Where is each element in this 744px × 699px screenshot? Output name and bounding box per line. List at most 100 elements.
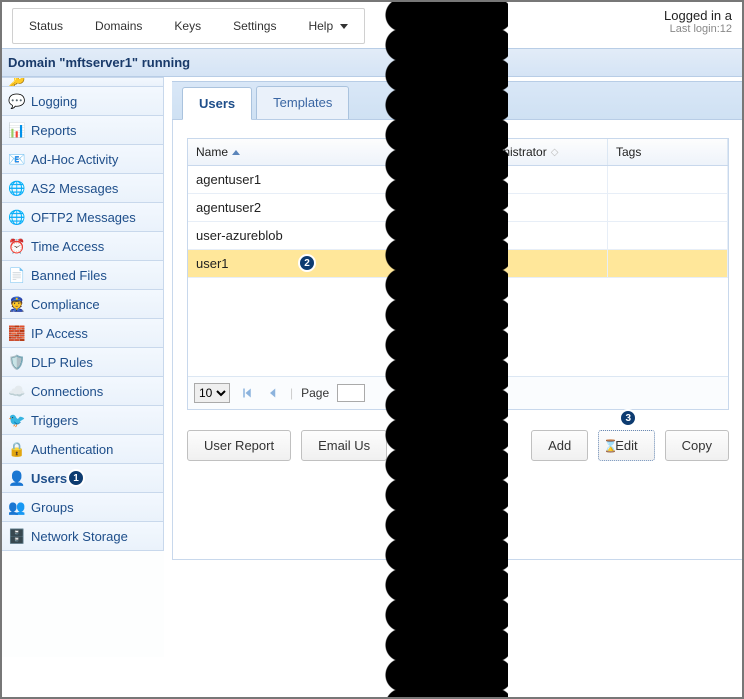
cell-admin <box>468 222 608 250</box>
tab-templates[interactable]: Templates <box>256 86 349 119</box>
copy-button[interactable]: Copy <box>665 430 729 461</box>
sidebar-label: OFTP2 Messages <box>31 210 136 225</box>
sidebar-item-as2[interactable]: 🌐 AS2 Messages <box>0 174 164 203</box>
users-grid: Name Administrator ◇ Tags agentuser1 <box>187 138 729 410</box>
menu-status[interactable]: Status <box>13 9 79 43</box>
cell-tags <box>608 250 728 278</box>
cell-tags <box>608 194 728 222</box>
page-size-select[interactable]: 10 <box>194 383 230 403</box>
edit-button[interactable]: 3 ⌛ Edit <box>598 430 654 461</box>
sort-icon: ◇ <box>551 147 559 158</box>
mail-icon: 📧 <box>9 151 25 167</box>
page-input[interactable] <box>337 384 365 402</box>
tab-strip: Users Templates <box>172 81 744 120</box>
menu-help[interactable]: Help <box>292 9 364 43</box>
chevron-down-icon <box>340 24 348 29</box>
sidebar-label: Logging <box>31 94 77 109</box>
speech-icon: 💬 <box>9 93 25 109</box>
add-button[interactable]: Add <box>531 430 588 461</box>
lock-icon: 🔒 <box>9 441 25 457</box>
sidebar-label: Ad-Hoc Activity <box>31 152 118 167</box>
grid-body: agentuser1 agentuser2 user-azureblob <box>188 166 728 376</box>
sidebar-label: Connections <box>31 384 103 399</box>
key-icon: 🔑 <box>9 77 25 87</box>
first-page-button[interactable] <box>238 384 256 402</box>
sidebar-item-cut[interactable]: 🔑 <box>0 77 164 87</box>
menu-domains[interactable]: Domains <box>79 9 158 43</box>
sidebar-label: Groups <box>31 500 74 515</box>
sidebar-item-network-storage[interactable]: 🗄️ Network Storage <box>0 522 164 551</box>
sort-asc-icon <box>232 150 240 155</box>
blocked-file-icon: 📄 <box>9 267 25 283</box>
sidebar-item-connections[interactable]: ☁️ Connections <box>0 377 164 406</box>
globe-icon: 🌐 <box>9 180 25 196</box>
paging-toolbar: 10 | Page <box>188 376 728 409</box>
callout-badge-2: 2 <box>298 254 316 272</box>
trigger-icon: 🐦 <box>9 412 25 428</box>
sidebar-label: Triggers <box>31 413 78 428</box>
sidebar: 🔑 💬 Logging 📊Reports 📧 Ad-Hoc Activity 🌐 AS… <box>0 77 164 657</box>
cell-name: agentuser1 <box>188 166 468 194</box>
hourglass-cursor-icon: ⌛ <box>603 439 618 453</box>
sidebar-label: Time Access <box>31 239 104 254</box>
menu-keys[interactable]: Keys <box>158 9 217 43</box>
sidebar-item-triggers[interactable]: 🐦 Triggers <box>0 406 164 435</box>
sidebar-item-banned-files[interactable]: 📄 Banned Files <box>0 261 164 290</box>
sidebar-item-dlp[interactable]: 🛡️DLP Rules <box>0 348 164 377</box>
sidebar-item-users[interactable]: 👤 Users 1 <box>0 464 164 493</box>
col-name[interactable]: Name <box>188 139 468 165</box>
sidebar-item-groups[interactable]: 👥 Groups <box>0 493 164 522</box>
cell-name: user-azureblob <box>188 222 468 250</box>
globe-icon: 🌐 <box>9 209 25 225</box>
chart-icon: 📊 <box>9 122 25 138</box>
sidebar-label: Users <box>31 471 67 486</box>
cell-admin <box>468 194 608 222</box>
domain-status-strip: Domain "mftserver1" running <box>0 48 744 77</box>
clock-icon: ⏰ <box>9 238 25 254</box>
sidebar-item-time-access[interactable]: ⏰ Time Access <box>0 232 164 261</box>
sidebar-item-reports[interactable]: 📊Reports <box>0 116 164 145</box>
sidebar-label: Banned Files <box>31 268 107 283</box>
prev-page-button[interactable] <box>264 384 282 402</box>
table-row[interactable]: agentuser1 <box>188 166 728 194</box>
table-row[interactable]: user-azureblob <box>188 222 728 250</box>
sidebar-item-logging[interactable]: 💬 Logging <box>0 87 164 116</box>
officer-icon: 👮 <box>9 296 25 312</box>
storage-icon: 🗄️ <box>9 528 25 544</box>
cell-name: user1 2 <box>188 250 468 278</box>
sidebar-item-compliance[interactable]: 👮 Compliance <box>0 290 164 319</box>
cell-tags <box>608 222 728 250</box>
sidebar-item-ip-access[interactable]: 🧱IP Access <box>0 319 164 348</box>
email-user-button[interactable]: Email Us <box>301 430 387 461</box>
user-icon: 👤 <box>9 470 25 486</box>
users-panel: Name Administrator ◇ Tags agentuser1 <box>172 120 744 560</box>
cloud-icon: ☁️ <box>9 383 25 399</box>
table-row[interactable]: agentuser2 <box>188 194 728 222</box>
col-tags[interactable]: Tags <box>608 139 728 165</box>
tab-users[interactable]: Users <box>182 87 252 120</box>
login-info: Logged in a Last login:12 <box>664 8 732 35</box>
sidebar-label: IP Access <box>31 326 88 341</box>
sidebar-item-oftp2[interactable]: 🌐 OFTP2 Messages <box>0 203 164 232</box>
cell-name: agentuser2 <box>188 194 468 222</box>
cell-tags <box>608 166 728 194</box>
sidebar-label: Authentication <box>31 442 113 457</box>
col-name-label: Name <box>196 145 228 159</box>
col-admin-label: Administrator <box>476 145 547 159</box>
grid-header: Name Administrator ◇ Tags <box>188 139 728 166</box>
sidebar-label: AS2 Messages <box>31 181 118 196</box>
callout-badge-1: 1 <box>67 469 85 487</box>
main-menu: Status Domains Keys Settings Help <box>12 8 365 44</box>
sidebar-label: Compliance <box>31 297 100 312</box>
sidebar-item-authentication[interactable]: 🔒 Authentication <box>0 435 164 464</box>
cell-name-text: user1 <box>196 256 229 271</box>
callout-badge-3: 3 <box>619 409 637 427</box>
menu-settings[interactable]: Settings <box>217 9 292 43</box>
cell-admin <box>468 166 608 194</box>
sidebar-label: Network Storage <box>31 529 128 544</box>
group-icon: 👥 <box>9 499 25 515</box>
sidebar-item-adhoc[interactable]: 📧 Ad-Hoc Activity <box>0 145 164 174</box>
table-row[interactable]: user1 2 <box>188 250 728 278</box>
user-report-button[interactable]: User Report <box>187 430 291 461</box>
col-admin[interactable]: Administrator ◇ <box>468 139 608 165</box>
